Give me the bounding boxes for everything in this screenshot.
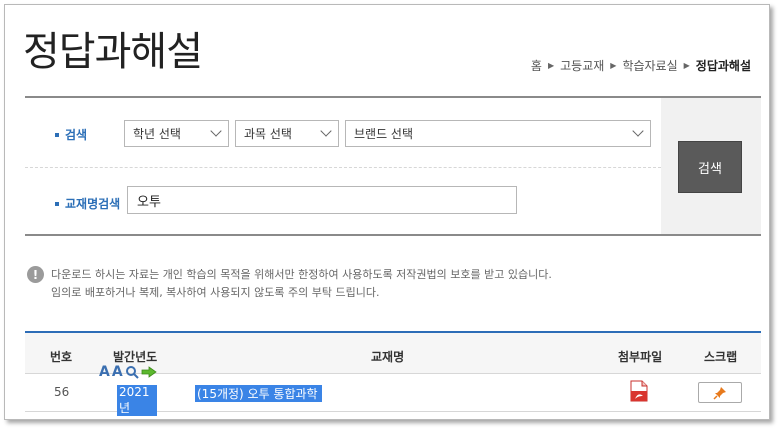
title-search-label: 교재명검색 — [55, 195, 120, 212]
brand-select[interactable]: 브랜드 선택 — [345, 120, 651, 147]
page-title: 정답과해설 — [23, 29, 203, 75]
notice-line-2: 임의로 배포하거나 복제, 복사하여 사용되지 않도록 주의 부탁 드립니다. — [51, 286, 380, 299]
chevron-down-icon — [320, 125, 332, 137]
breadcrumb-separator-icon: ▶ — [547, 61, 555, 70]
breadcrumb-separator-icon: ▶ — [683, 61, 690, 70]
bullet-icon — [55, 132, 59, 137]
breadcrumb-separator-icon: ▶ — [610, 61, 617, 70]
exclamation-icon: ! — [27, 266, 44, 283]
row-year: 2021년 — [117, 385, 157, 416]
breadcrumb-current: 정답과해설 — [695, 59, 751, 73]
row-divider — [25, 167, 661, 168]
column-header-number: 번호 — [50, 350, 73, 364]
arrow-right-icon[interactable] — [141, 366, 157, 378]
column-header-scrap: 스크랩 — [704, 350, 738, 364]
notice-line-1: 다운로드 하시는 자료는 개인 학습의 목적을 위해서만 한정하여 사용하도록 … — [51, 268, 552, 281]
title-search-input[interactable]: 오투 — [127, 186, 517, 214]
column-header-title: 교재명 — [371, 350, 405, 364]
breadcrumb: 홈 ▶ 고등교재 ▶ 학습자료실 ▶ 정답과해설 — [527, 57, 755, 74]
pdf-file-icon[interactable] — [630, 380, 648, 402]
column-header-year: 발간년도 — [113, 350, 158, 364]
breadcrumb-high-school-books[interactable]: 고등교재 — [556, 57, 608, 74]
pin-icon — [713, 386, 726, 400]
grade-select[interactable]: 학년 선택 — [124, 120, 229, 147]
search-button-area: 검색 — [661, 98, 761, 234]
breadcrumb-home[interactable]: 홈 — [527, 57, 546, 74]
row-title-link[interactable]: (15개정) 오투 통합과학 — [195, 385, 322, 402]
font-decrease-icon[interactable]: A — [112, 364, 123, 380]
breadcrumb-learning-materials[interactable]: 학습자료실 — [618, 57, 681, 74]
column-header-file: 첨부파일 — [618, 350, 663, 364]
browser-frame: 정답과해설 홈 ▶ 고등교재 ▶ 학습자료실 ▶ 정답과해설 검색 학년 선택 … — [4, 4, 770, 420]
search-button[interactable]: 검색 — [678, 141, 742, 193]
font-increase-icon[interactable]: A — [99, 364, 110, 380]
row-number: 56 — [54, 385, 70, 399]
notice-text: 다운로드 하시는 자료는 개인 학습의 목적을 위해서만 한정하여 사용하도록 … — [51, 266, 651, 302]
magnifier-icon[interactable] — [125, 365, 139, 379]
search-panel: 검색 학년 선택 과목 선택 브랜드 선택 교재명검색 오투 검색 — [25, 96, 761, 236]
subject-select[interactable]: 과목 선택 — [235, 120, 339, 147]
scrap-button[interactable] — [698, 382, 742, 403]
chevron-down-icon — [210, 125, 222, 137]
chevron-down-icon — [632, 125, 644, 137]
bullet-icon — [55, 201, 59, 206]
search-label: 검색 — [55, 126, 87, 143]
text-tools: A A — [99, 364, 157, 380]
